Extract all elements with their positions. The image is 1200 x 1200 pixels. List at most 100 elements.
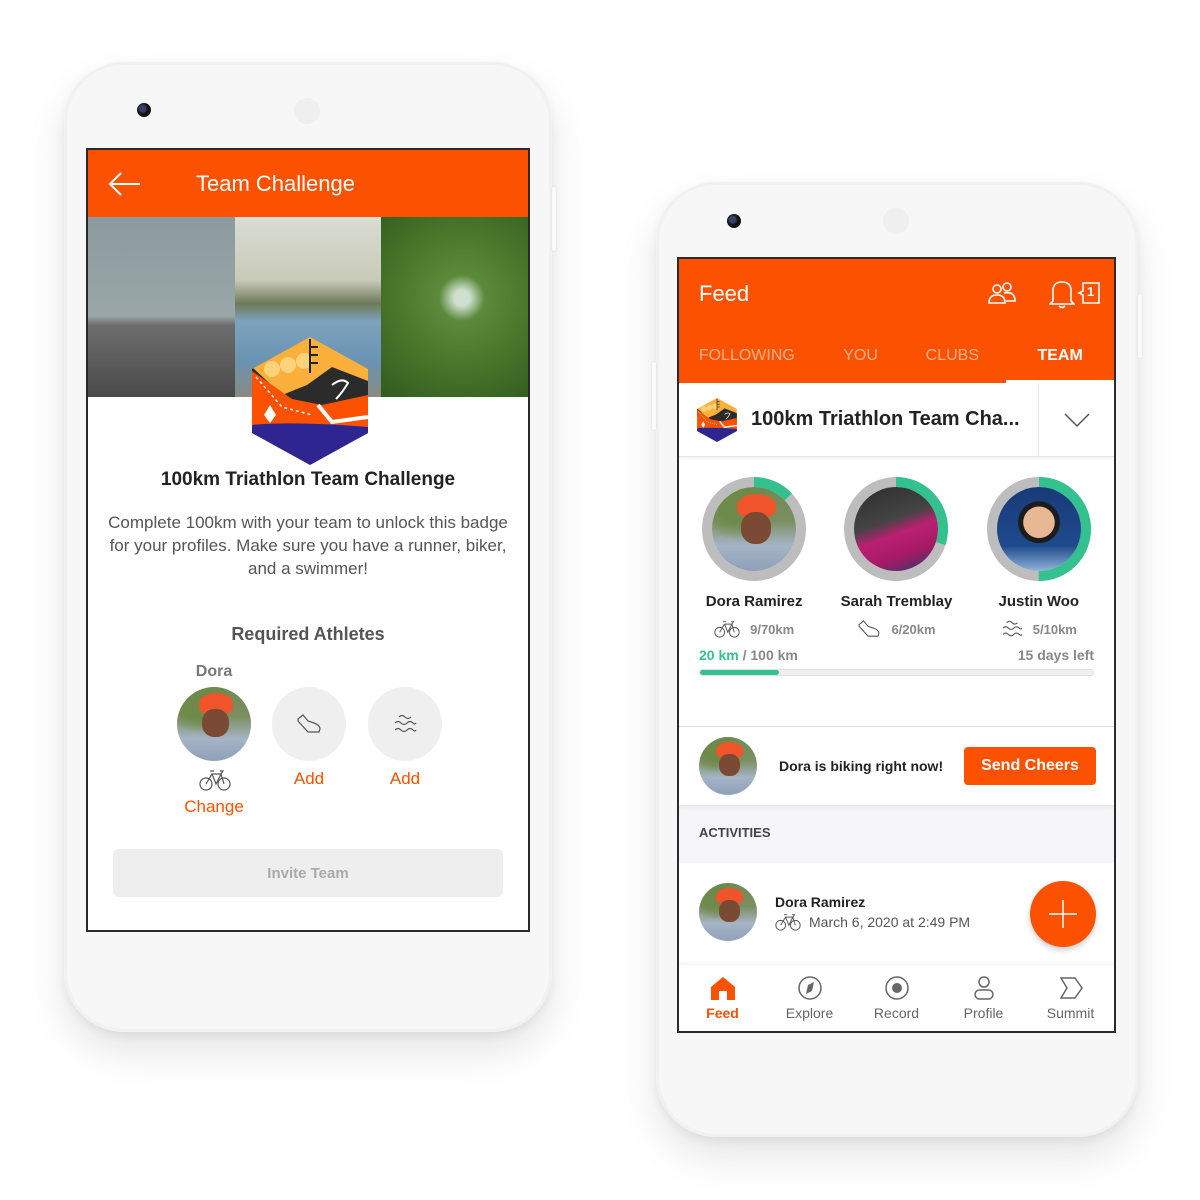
member-name: Sarah Tremblay <box>840 593 953 610</box>
add-runner-slot[interactable] <box>272 687 346 761</box>
member-name: Dora Ramirez <box>705 593 803 610</box>
record-icon <box>884 976 909 1000</box>
tab-clubs[interactable]: CLUBS <box>906 333 998 383</box>
app-bar: Feed 1 FOLLOWING YOU CLUBS TEAM <box>679 259 1114 383</box>
progress-ring <box>702 477 807 581</box>
nav-label: Explore <box>785 1005 834 1021</box>
bike-icon <box>775 913 801 931</box>
nav-feed[interactable]: Feed <box>679 965 766 1031</box>
nav-label: Profile <box>963 1005 1004 1021</box>
member-card[interactable]: Sarah Tremblay 6/20km <box>831 477 961 647</box>
progress-ring <box>844 477 949 581</box>
live-message: Dora is biking right now! <box>779 758 944 774</box>
person-icon <box>973 976 994 1000</box>
member-card[interactable]: Dora Ramirez 9/70km <box>689 477 819 647</box>
summit-icon <box>1059 977 1083 999</box>
shoe-icon <box>296 714 322 734</box>
front-camera <box>727 214 741 228</box>
compass-icon <box>797 976 822 1000</box>
tab-following[interactable]: FOLLOWING <box>679 333 815 383</box>
dropdown-toggle[interactable] <box>1038 382 1114 457</box>
avatar[interactable] <box>699 737 757 795</box>
challenge-description: Complete 100km with your team to unlock … <box>108 513 508 578</box>
bell-icon[interactable] <box>1049 279 1075 309</box>
progress-ring <box>986 477 1091 581</box>
change-athlete-link[interactable]: Change <box>177 797 251 817</box>
home-icon <box>710 977 735 1000</box>
bike-icon <box>714 620 740 638</box>
bottom-nav: Feed Explore Record Profile Summit <box>679 965 1114 1031</box>
page-title: Team Challenge <box>196 170 355 196</box>
avatar[interactable] <box>699 883 757 941</box>
challenge-badge-icon <box>697 398 737 442</box>
tab-you[interactable]: YOU <box>815 333 907 383</box>
app-bar: Team Challenge <box>88 150 528 217</box>
avatar <box>712 487 797 571</box>
swimmer-photo <box>381 217 528 397</box>
people-icon[interactable] <box>987 281 1017 307</box>
notification-count: 1 <box>1087 284 1095 299</box>
progress-bar <box>699 669 1094 676</box>
bike-icon <box>199 769 231 791</box>
athlete-avatar-dora[interactable] <box>177 687 251 761</box>
challenge-name: 100km Triathlon Team Cha... <box>751 408 1020 430</box>
proximity-sensor <box>294 98 320 124</box>
member-card[interactable]: Justin Woo 5/10km <box>974 477 1104 647</box>
volume-button <box>552 187 556 251</box>
team-progress: 20 km / 100 km 15 days left <box>679 647 1114 727</box>
progress-bar-fill <box>700 670 779 675</box>
feed-screen: Feed 1 FOLLOWING YOU CLUBS TEAM 100km Tr… <box>677 257 1116 1033</box>
team-members: Dora Ramirez 9/70km Sarah Tremblay 6/20k… <box>679 457 1114 647</box>
member-stat: 5/10km <box>1032 621 1077 637</box>
chevron-down-icon <box>1063 412 1090 427</box>
activity-athlete: Dora Ramirez <box>775 893 866 910</box>
tab-team[interactable]: TEAM <box>1006 333 1114 383</box>
plus-icon <box>1049 900 1077 928</box>
member-name: Justin Woo <box>998 593 1080 610</box>
feed-tabs: FOLLOWING YOU CLUBS TEAM <box>679 333 1114 383</box>
proximity-sensor <box>883 208 909 234</box>
progress-done: 20 km <box>699 647 739 663</box>
shoe-icon <box>857 620 881 638</box>
waves-icon <box>1001 620 1023 638</box>
required-athletes-heading: Required Athletes <box>231 624 385 644</box>
activity-item[interactable]: Dora Ramirez March 6, 2020 at 2:49 PM <box>679 863 1114 961</box>
challenge-title: 100km Triathlon Team Challenge <box>160 469 456 490</box>
send-cheers-button[interactable]: Send Cheers <box>964 747 1096 785</box>
avatar <box>996 487 1081 571</box>
volume-button <box>652 362 656 430</box>
required-athletes: Dora Change Add Add <box>88 645 528 825</box>
power-button <box>1138 294 1142 358</box>
hero-banner <box>88 217 528 397</box>
progress-total: / 100 km <box>738 647 798 663</box>
nav-label: Feed <box>706 1005 739 1021</box>
nav-profile[interactable]: Profile <box>940 965 1027 1031</box>
challenge-badge-icon <box>252 337 368 465</box>
nav-summit[interactable]: Summit <box>1027 965 1114 1031</box>
front-camera <box>137 103 151 117</box>
member-stat: 6/20km <box>891 621 936 637</box>
arrow-left-icon[interactable] <box>108 171 142 196</box>
notification-count-badge[interactable]: 1 <box>1077 281 1101 305</box>
nav-label: Record <box>873 1005 920 1021</box>
add-swimmer-slot[interactable] <box>368 687 442 761</box>
add-swimmer-link[interactable]: Add <box>368 769 442 789</box>
challenge-selector[interactable]: 100km Triathlon Team Cha... <box>679 382 1114 457</box>
live-activity-card: Dora is biking right now! Send Cheers <box>679 727 1114 805</box>
activities-header: ACTIVITIES <box>679 805 1114 863</box>
athlete-name: Dora <box>195 663 233 680</box>
nav-label: Summit <box>1046 1005 1095 1021</box>
team-challenge-screen: Team Challenge 100km Triathlon Team Chal… <box>86 148 530 932</box>
activity-datetime: March 6, 2020 at 2:49 PM <box>809 913 971 930</box>
waves-icon <box>393 714 417 734</box>
page-title: Feed <box>699 281 750 306</box>
days-left: 15 days left <box>1017 647 1094 663</box>
member-stat: 9/70km <box>750 621 795 637</box>
cyclist-photo <box>88 217 235 397</box>
add-runner-link[interactable]: Add <box>272 769 346 789</box>
avatar <box>854 487 939 571</box>
invite-team-button[interactable]: Invite Team <box>113 849 503 897</box>
nav-explore[interactable]: Explore <box>766 965 853 1031</box>
add-fab-button[interactable] <box>1030 881 1096 947</box>
nav-record[interactable]: Record <box>853 965 940 1031</box>
